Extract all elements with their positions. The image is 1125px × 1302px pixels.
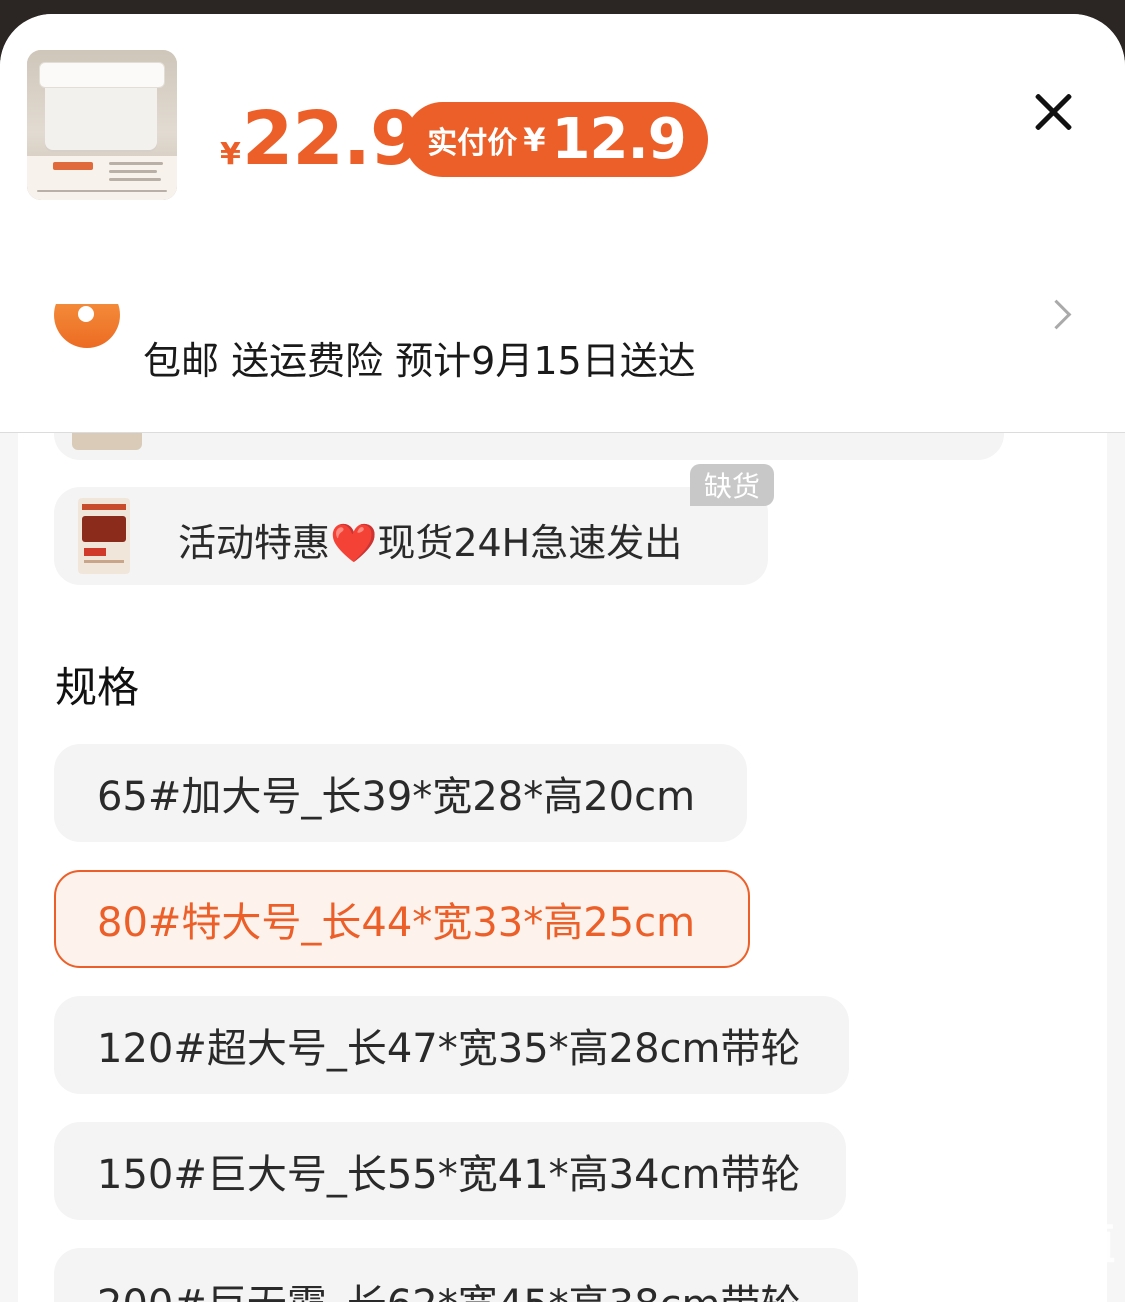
shipping-icon [54,304,120,350]
watermark-logo: 值值值 [981,1216,1116,1270]
spec-option-selected[interactable]: 80#特大号_长44*宽33*高25cm [54,870,750,968]
sku-selector-sheet: ¥ 22.9 实付价 ¥ 12.9 包邮 送运费险 预计9月15日送达 活动特惠… [0,14,1125,1302]
scrolled-text-fragment [143,250,253,260]
style-option-thumbnail [78,498,130,574]
watermark-url: zhizhizhi.com [990,1271,1105,1291]
sheet-header: ¥ 22.9 实付价 ¥ 12.9 包邮 送运费险 预计9月15日送达 [0,14,1125,433]
soldout-badge: 缺货 [690,464,774,506]
style-option-partial[interactable] [54,432,1004,460]
spec-option[interactable]: 65#加大号_长39*宽28*高20cm [54,744,747,842]
shipping-info[interactable]: 包邮 送运费险 预计9月15日送达 [143,330,696,385]
spec-option[interactable]: 120#超大号_长47*宽35*高28cm带轮 [54,996,849,1094]
paid-price-amount: 12.9 [551,107,687,172]
close-icon[interactable] [1027,86,1079,138]
spec-option[interactable]: 200#巨无霸_长62*宽45*高38cm带轮 [54,1248,858,1302]
chevron-right-icon[interactable] [1046,302,1072,328]
price-currency: ¥ [220,137,241,172]
watermark: 值值值 zhizhizhi.com [975,1215,1120,1302]
spec-section-title: 规格 [55,663,140,712]
price-amount: 22.9 [241,96,422,182]
price: ¥ 22.9 [220,96,422,182]
spec-option[interactable]: 150#巨大号_长55*宽41*高34cm带轮 [54,1122,846,1220]
paid-price-badge: 实付价 ¥ 12.9 [405,102,708,177]
product-thumbnail[interactable] [27,50,177,200]
paid-price-label: 实付价 [427,125,518,161]
style-option-label: 活动特惠❤️现货24H急速发出 [178,521,683,565]
paid-price-currency: ¥ [523,120,546,159]
